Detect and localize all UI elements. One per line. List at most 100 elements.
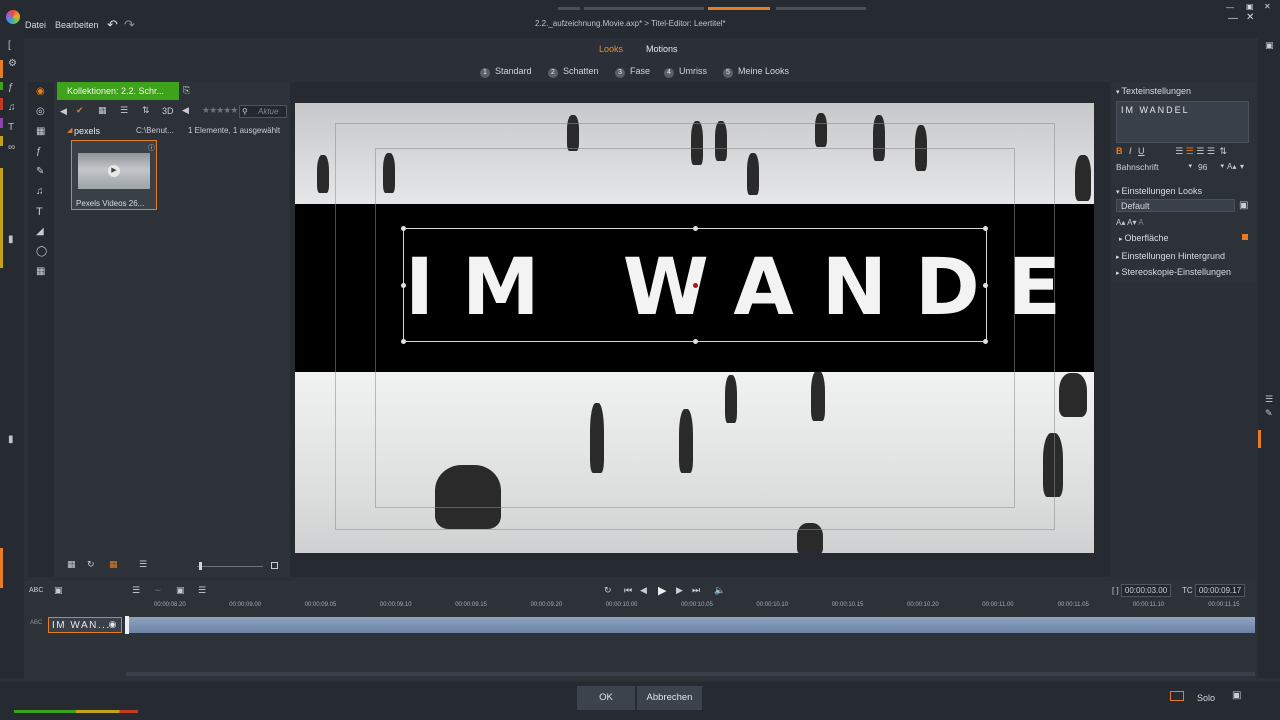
underline-icon[interactable]: U <box>1138 146 1145 156</box>
ok-button[interactable]: OK <box>577 686 635 710</box>
justify-icon[interactable]: ☰ <box>1207 146 1215 156</box>
sort-icon[interactable]: ⇅ <box>142 105 150 116</box>
library-search-input[interactable]: ⚲ Aktue <box>239 105 287 118</box>
timecode-display[interactable]: TC 00:00:09.17 <box>1182 584 1246 597</box>
title-clip[interactable] <box>126 617 1255 633</box>
handle-middle-left[interactable] <box>401 283 406 288</box>
close-small-icon[interactable]: ✕ <box>1264 2 1271 11</box>
maximize-small-icon[interactable]: ▣ <box>1246 2 1254 11</box>
title-text-input[interactable]: IM WANDEL <box>1116 101 1249 143</box>
edit-layer-icon[interactable]: A▾ <box>1127 218 1136 227</box>
handle-top-left[interactable] <box>401 226 406 231</box>
menu-edit[interactable]: Bearbeiten <box>55 20 99 30</box>
media-thumbnail[interactable]: ▶ ⓘ Pexels Videos 26... <box>71 140 157 210</box>
grid-view-icon[interactable]: ▦ <box>109 559 118 570</box>
handle-top-middle[interactable] <box>693 226 698 231</box>
handle-middle-right[interactable] <box>983 283 988 288</box>
subtab-standard[interactable]: 1 Standard <box>480 66 532 78</box>
folder-name[interactable]: pexels <box>74 126 100 136</box>
tab-looks[interactable]: Looks <box>599 44 623 54</box>
bracket-icon[interactable]: [ <box>8 40 11 51</box>
track-icon[interactable]: ▮ <box>8 434 14 445</box>
step-back-icon[interactable]: ◀ <box>640 585 647 596</box>
add-media-icon[interactable]: ▦ <box>67 559 76 570</box>
marker-icon[interactable]: ▮ <box>8 234 14 245</box>
align-left-icon[interactable]: ☰ <box>1175 146 1183 156</box>
handle-bottom-right[interactable] <box>983 339 988 344</box>
external-view-icon[interactable]: ▣ <box>1232 690 1241 701</box>
tool-icon[interactable]: ⚙ <box>8 58 17 69</box>
mixer-icon[interactable]: ☰ <box>1265 394 1273 405</box>
library-music-icon[interactable]: ♫ <box>36 186 44 197</box>
handle-bottom-middle[interactable] <box>693 339 698 344</box>
background-settings-header[interactable]: ▸ Einstellungen Hintergrund <box>1116 251 1225 261</box>
track-label[interactable]: IM WAN... ◉ <box>48 617 122 633</box>
volume-icon[interactable]: 🔈 <box>714 585 725 596</box>
fx-icon[interactable]: ƒ <box>8 82 14 93</box>
library-folder-icon[interactable]: ▦ <box>36 126 45 137</box>
rotation-center-handle[interactable] <box>693 283 698 288</box>
library-effect-icon[interactable]: ◯ <box>36 246 47 257</box>
solo-button[interactable]: Solo <box>1197 693 1215 703</box>
align-left-clip-icon[interactable]: ☰ <box>132 585 140 596</box>
go-end-icon[interactable]: ⏭ <box>692 585 700 596</box>
library-film-icon[interactable]: ▦ <box>36 266 45 277</box>
delete-layer-icon[interactable]: A <box>1138 218 1143 227</box>
preview-canvas[interactable]: IM WANDEL <box>295 103 1094 553</box>
abc-track-icon[interactable]: ABC <box>29 587 43 594</box>
panel-toggle-icon[interactable]: ▣ <box>1265 40 1274 51</box>
zoom-large-icon[interactable] <box>271 562 278 569</box>
sync-icon[interactable]: ↻ <box>87 559 95 570</box>
library-disc-icon[interactable]: ◎ <box>36 106 45 117</box>
cancel-button[interactable]: Abbrechen <box>637 686 702 710</box>
rating-stars-icon[interactable]: ★★★★★ <box>202 105 238 116</box>
save-look-icon[interactable]: ▣ <box>1239 200 1248 211</box>
list-view-icon[interactable]: ☰ <box>120 105 128 116</box>
looks-select[interactable]: Default <box>1116 199 1235 212</box>
zoom-slider-thumb[interactable] <box>199 562 202 570</box>
text-icon[interactable]: T <box>8 122 14 133</box>
add-layer-icon[interactable]: A▴ <box>1116 218 1125 227</box>
handle-bottom-left[interactable] <box>401 339 406 344</box>
undo-icon[interactable]: ↶ <box>107 17 118 33</box>
collection-button[interactable]: Kollektionen: 2.2. Schr... <box>57 82 179 100</box>
restore-small-icon[interactable]: — <box>1226 3 1234 12</box>
font-select[interactable]: Bahnschrift ▾ <box>1116 162 1194 174</box>
font-size-increase-icon[interactable]: A▴ <box>1227 162 1236 171</box>
check-filter-icon[interactable]: ✔ <box>76 105 84 116</box>
font-size-select[interactable]: 96 ▾ <box>1198 162 1224 174</box>
menu-clip-icon[interactable]: ☰ <box>198 585 206 596</box>
audio-icon[interactable]: ♫ <box>8 102 16 113</box>
step-forward-icon[interactable]: ▶ <box>676 585 683 596</box>
collection-pin-icon[interactable]: ⎘ <box>183 85 190 96</box>
subtab-outline[interactable]: 4 Umriss <box>664 66 707 78</box>
redo-icon[interactable]: ↷ <box>124 17 135 33</box>
handle-top-right[interactable] <box>983 226 988 231</box>
visibility-eye-icon[interactable]: ◉ <box>109 619 118 630</box>
subtab-bevel[interactable]: 3 Fase <box>615 66 650 78</box>
zoom-slider[interactable] <box>197 566 263 567</box>
folder-expand-icon[interactable]: ◢ <box>67 126 72 134</box>
duration-display[interactable]: [ ] 00:00:03.00 <box>1112 584 1172 597</box>
looks-settings-header[interactable]: ▾ Einstellungen Looks <box>1116 186 1202 196</box>
loop-icon[interactable]: ↻ <box>604 585 612 596</box>
link-icon[interactable]: ∞ <box>8 142 15 153</box>
minimize-icon[interactable]: — <box>1228 13 1238 24</box>
text-direction-icon[interactable]: ⇅ <box>1219 146 1227 156</box>
view-3d-button[interactable]: 3D <box>162 106 174 116</box>
library-home-icon[interactable]: ◉ <box>36 86 45 97</box>
text-settings-header[interactable]: ▾ Texteinstellungen <box>1116 86 1191 96</box>
library-transition-icon[interactable]: ◢ <box>36 226 44 237</box>
folder-open-icon[interactable]: ▦ <box>98 105 107 116</box>
back-icon[interactable]: ◀ <box>60 106 67 117</box>
timeline-ruler[interactable]: 00:00:08.20 00:00:09.00 00:00:09.05 00:00:0… <box>126 600 1256 614</box>
library-brush-icon[interactable]: ✎ <box>36 166 44 177</box>
go-start-icon[interactable]: ⏮ <box>624 585 632 596</box>
play-overlay-icon[interactable]: ▶ <box>108 165 120 177</box>
track-add-icon[interactable]: ▣ <box>54 585 63 596</box>
library-text-icon[interactable]: T <box>36 206 43 218</box>
surface-color-swatch[interactable] <box>1242 234 1248 240</box>
playhead[interactable] <box>125 616 129 634</box>
list-mode-icon[interactable]: ☰ <box>139 559 147 570</box>
align-right-icon[interactable]: ☰ <box>1196 146 1204 156</box>
